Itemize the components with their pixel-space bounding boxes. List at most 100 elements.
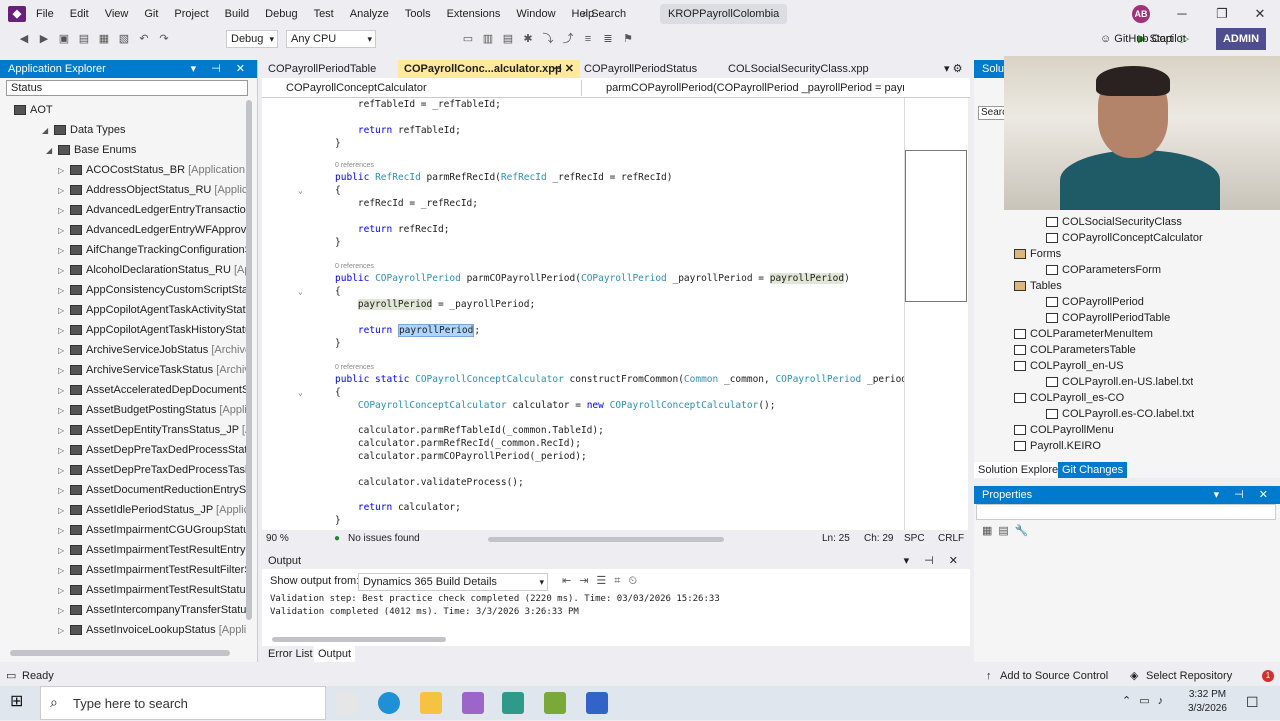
solution-item[interactable]: COLParametersTable (1014, 342, 1136, 358)
visual-studio-taskbar-icon[interactable] (462, 692, 484, 714)
tree-item-enum[interactable]: ▷ AdvancedLedgerEntryTransactionSta (58, 200, 246, 220)
tree-item-enum[interactable]: ▷ AssetAcceleratedDepDocumentStat (58, 380, 246, 400)
app-explorer-hscrollbar[interactable] (10, 650, 230, 656)
tree-item-enum[interactable]: ▷ AppCopilotAgentTaskHistoryStatus (58, 320, 246, 340)
solution-name[interactable]: KROPPayrollColombia (660, 4, 788, 24)
taskbar-search-input[interactable]: Type here to search (40, 686, 326, 720)
expand-icon[interactable]: ▷ (58, 441, 70, 460)
app-icon[interactable] (544, 692, 566, 714)
app-icon[interactable] (502, 692, 524, 714)
notification-badge[interactable]: 1 (1262, 670, 1274, 682)
line-number[interactable]: Ln: 25 (822, 530, 850, 548)
expand-icon[interactable]: ▷ (58, 221, 70, 240)
tree-item-enum[interactable]: ▷ AppConsistencyCustomScriptStatus (58, 280, 246, 300)
open-icon[interactable]: ▤ (77, 32, 91, 46)
expand-icon[interactable]: ▷ (58, 241, 70, 260)
app-explorer-search-input[interactable]: Status (6, 80, 248, 96)
solution-item[interactable]: COLParameterMenuItem (1014, 326, 1153, 342)
fold-icon[interactable]: ⌄ (298, 186, 303, 195)
zoom-level[interactable]: 90 % (266, 530, 289, 548)
expand-icon[interactable]: ▷ (58, 501, 70, 520)
menu-tools[interactable]: Tools (397, 0, 439, 28)
app-explorer-vscrollbar[interactable] (246, 100, 252, 620)
panel-tools[interactable]: ▾ ⊣ ✕ (191, 60, 251, 78)
tab-solution-explorer[interactable]: Solution Explorer (974, 462, 1066, 478)
column-number[interactable]: Ch: 29 (864, 530, 893, 548)
expand-icon[interactable]: ▷ (58, 301, 70, 320)
expand-icon[interactable]: ▷ (58, 621, 70, 640)
expand-icon[interactable]: ▷ (58, 261, 70, 280)
tree-item-enum[interactable]: ▷ AlcoholDeclarationStatus_RU [Appli (58, 260, 246, 280)
tree-item-enum[interactable]: ▷ ArchiveServiceJobStatus [ArchiveSer (58, 340, 246, 360)
references-codelens[interactable]: 0 references (335, 162, 374, 169)
edge-icon[interactable] (378, 692, 400, 714)
new-project-icon[interactable]: ▣ (57, 32, 71, 46)
solution-item[interactable]: COLPayroll.es-CO.label.txt (1046, 406, 1194, 422)
save-icon[interactable]: ▦ (97, 32, 111, 46)
browse-icon[interactable]: ▤ (501, 32, 515, 46)
step-icon[interactable]: ⤵ (541, 32, 555, 46)
tree-item-enum[interactable]: ▷ AssetImpairmentTestResultFilterSta (58, 560, 246, 580)
solution-item[interactable]: Payroll.KEIRO (1014, 438, 1101, 454)
solution-item[interactable]: COPayrollPeriodTable (1046, 310, 1170, 326)
undo-icon[interactable]: ↶ (137, 32, 151, 46)
expand-icon[interactable]: ▷ (58, 381, 70, 400)
properties-object-select[interactable] (976, 504, 1276, 520)
tab-copayrollconceptcalculator[interactable]: COPayrollConc...alculator.xpp ⊣ ✕ (398, 60, 580, 78)
solution-item[interactable]: COPayrollConceptCalculator (1046, 230, 1203, 246)
output-hscrollbar[interactable] (272, 637, 446, 642)
expand-icon[interactable]: ▷ (58, 181, 70, 200)
menu-debug[interactable]: Debug (257, 0, 305, 28)
menu-window[interactable]: Window (508, 0, 563, 28)
avatar[interactable]: AB (1132, 5, 1150, 23)
forward-icon[interactable]: ▶ (37, 32, 51, 46)
properties-tools[interactable]: ▾ ⊣ ✕ (1214, 486, 1274, 504)
member-dropdown[interactable]: parmCOPayrollPeriod(COPayrollPeriod _pay… (588, 80, 904, 96)
tab-copayrollperiodstatus[interactable]: COPayrollPeriodStatus (578, 60, 703, 78)
line-ending[interactable]: CRLF (938, 530, 964, 548)
solution-item[interactable]: COLSocialSecurityClass (1046, 214, 1182, 230)
properties-tools-row[interactable]: ▦▤🔧 (982, 524, 1034, 537)
solution-item[interactable]: COLPayroll.en-US.label.txt (1046, 374, 1193, 390)
copilot-button[interactable]: ☺ GitHub Copilot (1100, 28, 1186, 50)
tab-output[interactable]: Output (314, 646, 356, 662)
class-dropdown[interactable]: COPayrollConceptCalculator (266, 80, 582, 96)
menu-build[interactable]: Build (217, 0, 257, 28)
output-tools[interactable]: ⇤⇥☰⌗⏲ (562, 573, 645, 589)
tree-item-enum[interactable]: ▷AssetIntercompanyTransferStatus [A (58, 600, 246, 620)
expand-icon[interactable]: ▷ (58, 321, 70, 340)
menu-edit[interactable]: Edit (62, 0, 97, 28)
tab-git-changes[interactable]: Git Changes (1058, 462, 1128, 478)
tree-item-enum[interactable]: ▷ AssetInvoiceLookupStatus [Applicat (58, 620, 246, 640)
solution-item[interactable]: COLPayroll_es-CO (1014, 390, 1124, 406)
tree-node-folder[interactable]: ◢ Base Enums (46, 140, 246, 160)
expand-icon[interactable]: ▷ (58, 541, 70, 560)
expand-icon[interactable]: ▷ (58, 201, 70, 220)
powershell-icon[interactable] (586, 692, 608, 714)
tree-item-enum[interactable]: ▷ AssetIdlePeriodStatus_JP [Applicatio (58, 500, 246, 520)
expand-icon[interactable]: ▷ (58, 361, 70, 380)
add-to-source-control[interactable]: Add to Source Control (1000, 666, 1108, 686)
tab-copayrollperiodtable[interactable]: COPayrollPeriodTable (262, 60, 382, 78)
expand-icon[interactable]: ◢ (46, 141, 58, 160)
expand-icon[interactable]: ▷ (58, 561, 70, 580)
code-editor[interactable]: refTableId = _refTableId; return refTabl… (262, 98, 904, 530)
debug-tools-icon[interactable]: ✱ (521, 32, 535, 46)
step-over-icon[interactable]: ⤴ (561, 32, 575, 46)
tab-overflow-icon[interactable]: ▾ ⚙ (938, 60, 968, 78)
menu-test[interactable]: Test (306, 0, 342, 28)
fold-icon[interactable]: ⌄ (298, 287, 303, 296)
windows-start-icon[interactable]: ⊞ (10, 692, 30, 712)
menu-analyze[interactable]: Analyze (342, 0, 397, 28)
expand-icon[interactable]: ▷ (58, 161, 70, 180)
solution-item[interactable]: COLPayroll_en-US (1014, 358, 1124, 374)
tree-item-enum[interactable]: ▷ AppCopilotAgentTaskActivityStatus (58, 300, 246, 320)
menu-extensions[interactable]: Extensions (439, 0, 509, 28)
task-view-icon[interactable] (336, 692, 358, 714)
system-tray-icons[interactable]: ⌃▭♪ (1122, 694, 1171, 707)
expand-icon[interactable]: ▷ (58, 601, 70, 620)
maximize-button[interactable]: ❐ (1202, 0, 1242, 28)
tree-item-enum[interactable]: ▷ AdvancedLedgerEntryWFApprovalSt (58, 220, 246, 240)
notifications-icon[interactable]: ☐ (1246, 694, 1259, 711)
tree-item-enum[interactable]: ▷ AssetImpairmentCGUGroupStatus_JP (58, 520, 246, 540)
